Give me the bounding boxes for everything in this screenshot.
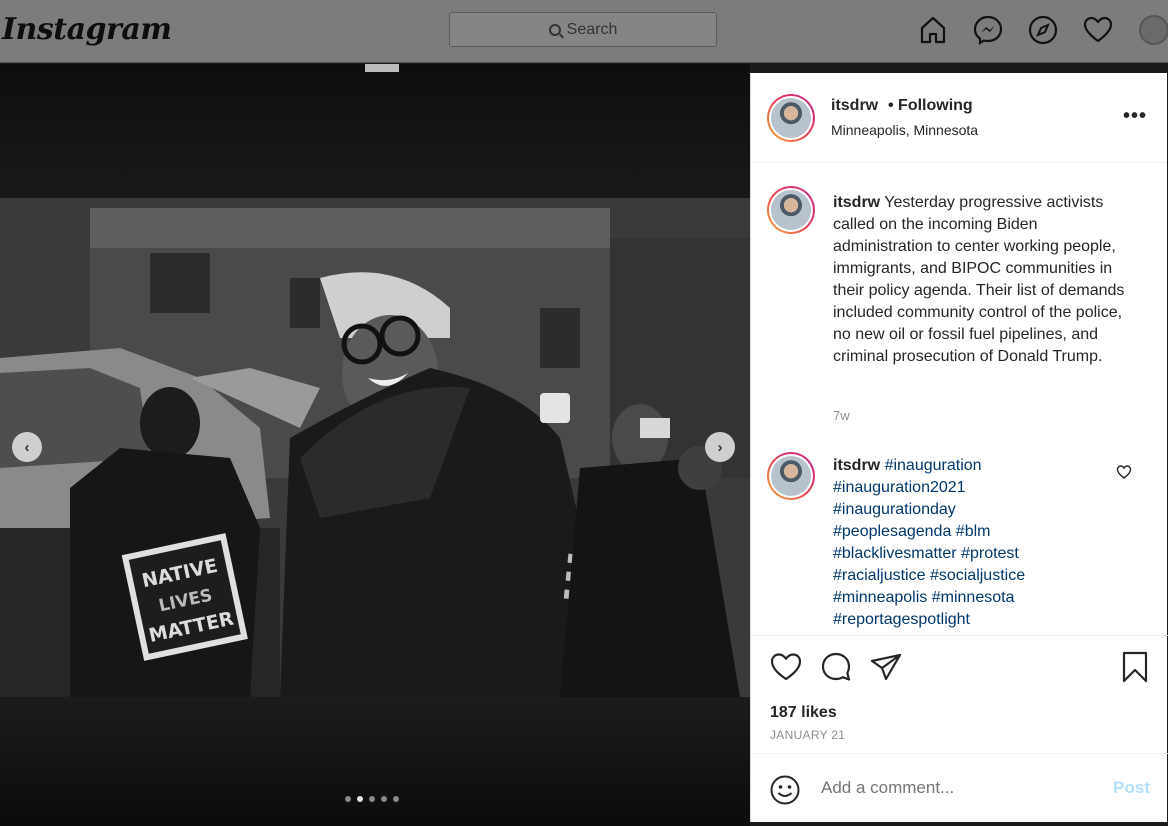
hashtag[interactable]: #blm <box>956 523 991 540</box>
caption-avatar[interactable] <box>767 186 815 234</box>
top-navigation-bar: Instagram Search <box>0 0 1168 63</box>
post-header: itsdrw • Following Minneapolis, Minnesot… <box>751 73 1167 163</box>
comment-avatar[interactable] <box>767 452 815 500</box>
caption-username[interactable]: itsdrw <box>833 194 880 211</box>
carousel-prev-button[interactable]: ‹ <box>12 432 42 462</box>
search-box[interactable]: Search <box>449 12 717 47</box>
explore-icon[interactable] <box>1026 13 1060 47</box>
post-details-panel: itsdrw • Following Minneapolis, Minnesot… <box>750 73 1168 822</box>
like-icon[interactable] <box>769 650 803 684</box>
more-options-icon[interactable]: ••• <box>1123 105 1147 128</box>
hashtag[interactable]: #inaugurationday <box>833 501 956 518</box>
search-placeholder: Search <box>566 20 618 38</box>
post-actions: 187 likes JANUARY 21 <box>751 635 1168 753</box>
hashtag[interactable]: #protest <box>961 545 1019 562</box>
post-photo: NATIVE LIVES MATTER <box>0 198 750 697</box>
comment-input[interactable] <box>821 778 1091 798</box>
caption-timestamp[interactable]: 7w <box>833 408 850 423</box>
hashtag[interactable]: #inauguration <box>885 457 982 474</box>
carousel-dot <box>381 796 387 802</box>
post-comment-button[interactable]: Post <box>1113 778 1150 798</box>
home-icon[interactable] <box>916 13 950 47</box>
carousel-dots <box>345 796 399 802</box>
author-avatar[interactable] <box>767 94 815 142</box>
heart-icon[interactable] <box>1081 13 1115 47</box>
hashtag[interactable]: #peoplesagenda <box>833 523 951 540</box>
caption-text: itsdrw Yesterday progressive activists c… <box>833 192 1133 368</box>
photo-bottom-band <box>0 697 750 826</box>
carousel-next-button[interactable]: › <box>705 432 735 462</box>
profile-avatar[interactable] <box>1139 15 1168 45</box>
carousel-dot <box>393 796 399 802</box>
photo-top-band <box>0 64 750 198</box>
hashtag[interactable]: #racialjustice <box>833 567 925 584</box>
hashtag[interactable]: #minneapolis <box>833 589 927 606</box>
hashtag[interactable]: #minnesota <box>932 589 1015 606</box>
share-icon[interactable] <box>869 650 903 684</box>
backdrop-marker <box>365 64 399 72</box>
author-username[interactable]: itsdrw <box>831 97 878 115</box>
post-date[interactable]: JANUARY 21 <box>770 728 845 742</box>
hashtag[interactable]: #socialjustice <box>930 567 1025 584</box>
comment-icon[interactable] <box>819 650 853 684</box>
instagram-logo[interactable]: Instagram <box>2 12 172 47</box>
comment-username[interactable]: itsdrw <box>833 457 880 474</box>
following-status[interactable]: • Following <box>888 97 973 115</box>
comment-like-icon[interactable] <box>1116 464 1132 480</box>
comments-section[interactable]: itsdrw Yesterday progressive activists c… <box>751 164 1168 635</box>
hashtag[interactable]: #blacklivesmatter <box>833 545 957 562</box>
search-icon <box>548 23 561 36</box>
carousel-dot <box>369 796 375 802</box>
post-location[interactable]: Minneapolis, Minnesota <box>831 122 978 138</box>
hashtag[interactable]: #reportagespotlight <box>833 611 970 628</box>
add-comment-bar: Post <box>751 753 1168 822</box>
carousel-dot <box>345 796 351 802</box>
emoji-icon[interactable] <box>769 774 801 806</box>
photo-illustration: NATIVE LIVES MATTER <box>0 198 750 697</box>
caption-body: Yesterday progressive activists called o… <box>833 194 1125 365</box>
messenger-icon[interactable] <box>971 13 1005 47</box>
comment-text: itsdrw #inauguration #inauguration2021 #… <box>833 455 1063 631</box>
nav-icons <box>916 13 1115 47</box>
carousel-dot-active <box>357 796 363 802</box>
hashtag[interactable]: #inauguration2021 <box>833 479 966 496</box>
save-bookmark-icon[interactable] <box>1118 650 1152 684</box>
likes-count[interactable]: 187 likes <box>770 704 837 722</box>
